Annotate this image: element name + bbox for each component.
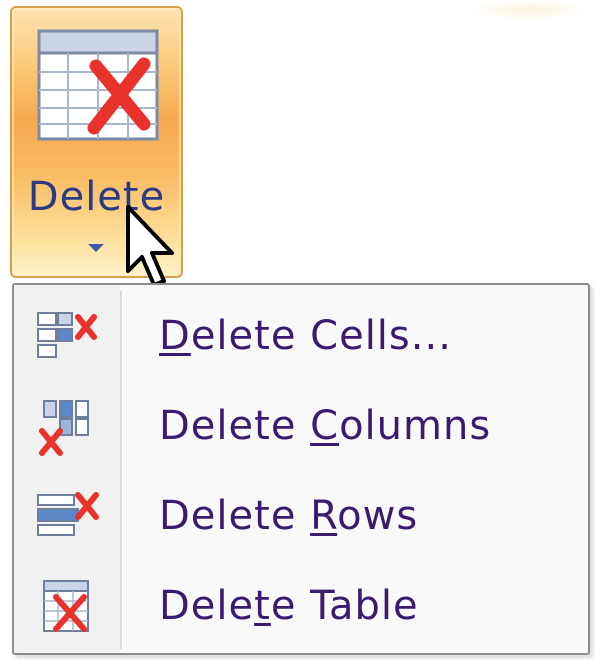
delete-cells-icon [37, 312, 97, 358]
delete-table-icon [37, 29, 159, 141]
delete-rows-icon [37, 492, 99, 536]
menu-item-delete-table[interactable]: Delete Table [14, 563, 588, 651]
access-key: D [159, 313, 191, 359]
dropdown-arrow-icon[interactable] [88, 244, 104, 252]
menu-item-label: Delete Cells... [159, 313, 452, 359]
background-glow [470, 0, 590, 20]
access-key: C [310, 403, 340, 449]
menu-item-delete-rows[interactable]: Delete Rows [14, 473, 588, 561]
menu-item-label: Delete Table [159, 583, 419, 629]
menu-item-delete-columns[interactable]: Delete Columns [14, 383, 588, 471]
mouse-pointer-icon [126, 205, 174, 287]
delete-columns-icon [39, 400, 89, 456]
menu-item-label: Delete Rows [159, 493, 419, 539]
delete-dropdown-menu: Delete Cells... Delete Columns Delete Ro… [12, 283, 590, 655]
delete-table-icon [43, 580, 89, 632]
screen: Delete Delete Cells... Delete Columns De… [0, 0, 595, 660]
menu-item-delete-cells[interactable]: Delete Cells... [14, 293, 588, 381]
access-key: R [310, 493, 338, 539]
menu-item-label: Delete Columns [159, 403, 492, 449]
access-key: t [254, 583, 271, 629]
